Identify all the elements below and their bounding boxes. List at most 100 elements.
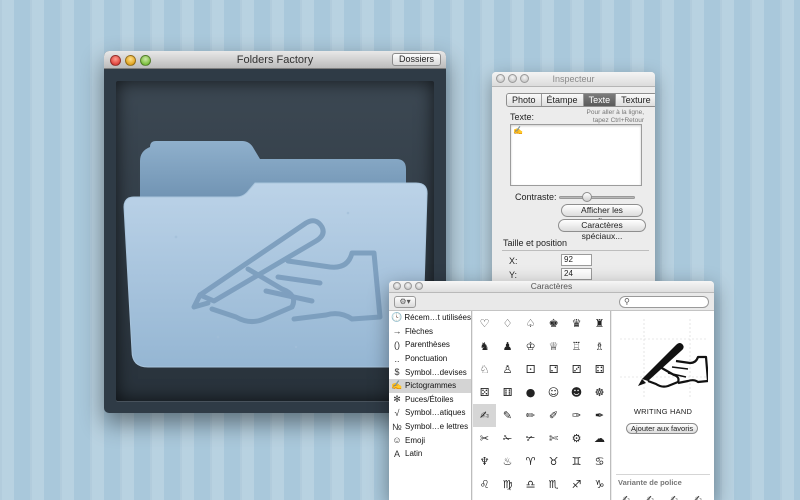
glyph-cell[interactable]: ♍ <box>496 473 519 496</box>
glyph-cell[interactable]: ☊ <box>519 496 542 500</box>
category-item[interactable]: .. Ponctuation <box>389 352 471 366</box>
glyph-cell[interactable]: ✒ <box>588 404 611 427</box>
font-variation-glyph[interactable]: ✍ <box>646 495 654 500</box>
glyph-cell[interactable]: ♓ <box>496 496 519 500</box>
inspector-titlebar[interactable]: Inspecteur <box>492 72 655 87</box>
special-characters-button[interactable]: Caractères spéciaux... <box>558 219 646 241</box>
glyph-cell[interactable]: ⚂ <box>565 358 588 381</box>
category-label: Symbol…e lettres <box>405 422 469 432</box>
glyph-cell[interactable]: ☻ <box>565 381 588 404</box>
glyph-cell[interactable]: ♒ <box>473 496 496 500</box>
category-item[interactable]: √ Symbol…atiques <box>389 406 471 420</box>
glyph-cell[interactable]: ♚ <box>542 312 565 335</box>
category-item[interactable]: ☺ Emoji <box>389 433 471 447</box>
category-item[interactable]: A Latin <box>389 447 471 461</box>
glyph-cell[interactable]: ♤ <box>519 312 542 335</box>
glyph-cell[interactable]: ♌ <box>473 473 496 496</box>
glyph-cell[interactable]: ✎ <box>496 404 519 427</box>
glyph-cell[interactable]: ♋ <box>588 450 611 473</box>
character-preview <box>620 319 708 399</box>
glyph-cell[interactable]: ♐ <box>565 473 588 496</box>
glyph-cell[interactable]: ♕ <box>542 335 565 358</box>
contrast-slider-knob[interactable] <box>582 192 593 202</box>
category-item[interactable]: → Flèches <box>389 325 471 339</box>
category-item[interactable]: 🕓 Récem…t utilisées <box>389 311 471 325</box>
glyph-cell[interactable]: ☸ <box>588 381 611 404</box>
category-list: 🕓 Récem…t utilisées → Flèches() Parenthèses.… <box>389 311 472 500</box>
glyph-cell[interactable]: ♟ <box>496 335 519 358</box>
glyph-cell[interactable]: ⚃ <box>588 358 611 381</box>
glyph-cell[interactable]: ♗ <box>588 335 611 358</box>
glyph-cell[interactable]: ♞ <box>473 335 496 358</box>
character-search-input[interactable]: ⚲ <box>619 296 709 308</box>
category-label: Symbol…devises <box>405 367 467 377</box>
glyph-cell[interactable]: ✄ <box>542 427 565 450</box>
glyph-cell[interactable]: ✐ <box>542 404 565 427</box>
add-to-favorites-button[interactable]: Ajouter aux favoris <box>626 423 699 434</box>
category-icon: ☺ <box>392 435 402 446</box>
x-field[interactable]: 92 <box>561 254 592 266</box>
glyph-cell[interactable]: ☋ <box>542 496 565 500</box>
category-item[interactable]: $ Symbol…devises <box>389 365 471 379</box>
glyph-cell[interactable]: ♨ <box>496 450 519 473</box>
contrast-label: Contraste: <box>515 192 557 202</box>
glyph-cell[interactable]: ☌ <box>565 496 588 500</box>
glyph-cell[interactable]: ♙ <box>496 358 519 381</box>
glyph-cell[interactable]: ♎ <box>519 473 542 496</box>
font-variation-glyph[interactable]: ✍ <box>694 495 702 500</box>
glyph-cell[interactable]: ● <box>519 381 542 404</box>
main-titlebar[interactable]: Folders Factory Dossiers <box>104 51 446 69</box>
category-icon: .. <box>394 353 400 364</box>
y-label: Y: <box>509 270 518 280</box>
gear-menu-button[interactable]: ⚙▾ <box>394 296 416 308</box>
tab-etampe[interactable]: Étampe <box>541 94 584 106</box>
font-variation-glyph[interactable]: ✍ <box>622 495 630 500</box>
show-fonts-button[interactable]: Afficher les polices <box>561 204 643 226</box>
category-item[interactable]: ✻ Puces/Étoiles <box>389 393 471 407</box>
glyph-cell[interactable]: ✏ <box>519 404 542 427</box>
dossiers-button[interactable]: Dossiers <box>391 53 441 66</box>
glyph-cell[interactable]: ☍ <box>588 496 611 500</box>
glyph-cell[interactable]: ♆ <box>473 450 496 473</box>
glyph-cell[interactable]: ♑ <box>588 473 611 496</box>
glyph-cell[interactable]: ⚅ <box>496 381 519 404</box>
glyph-cell[interactable]: ♢ <box>496 312 519 335</box>
glyph-cell[interactable]: ✃ <box>519 427 542 450</box>
category-icon: № <box>392 421 402 432</box>
glyph-cell[interactable]: ♜ <box>588 312 611 335</box>
glyph-cell[interactable]: ⚁ <box>542 358 565 381</box>
y-field[interactable]: 24 <box>561 268 592 280</box>
glyph-cell[interactable]: ♛ <box>565 312 588 335</box>
glyph-cell[interactable]: ☁ <box>588 427 611 450</box>
glyph-cell[interactable]: ♊ <box>565 450 588 473</box>
glyph-cell[interactable]: ✑ <box>565 404 588 427</box>
contrast-slider[interactable] <box>559 192 635 202</box>
glyph-cell[interactable]: ✍ <box>473 404 496 427</box>
glyph-cell[interactable]: ♉ <box>542 450 565 473</box>
category-item[interactable]: ✍ Pictogrammes <box>389 378 471 393</box>
glyph-cell[interactable]: ⚙ <box>565 427 588 450</box>
tab-texture[interactable]: Texture <box>616 94 655 106</box>
font-variation-glyph[interactable]: ✍ <box>670 495 678 500</box>
glyph-cell[interactable]: ♏ <box>542 473 565 496</box>
glyph-cell[interactable]: ✁ <box>496 427 519 450</box>
glyph-cell[interactable]: ♘ <box>473 358 496 381</box>
character-detail-pane: WRITING HAND Ajouter aux favoris Variant… <box>612 311 714 500</box>
characters-titlebar[interactable]: Caractères <box>389 281 714 293</box>
tab-texte[interactable]: Texte <box>583 94 617 106</box>
glyph-cell[interactable]: ⚄ <box>473 381 496 404</box>
tab-photo[interactable]: Photo <box>507 94 542 106</box>
text-input[interactable]: ✍ <box>510 124 642 186</box>
category-item[interactable]: () Parenthèses <box>389 338 471 352</box>
glyph-cell[interactable]: ✂ <box>473 427 496 450</box>
glyph-cell[interactable]: ♖ <box>565 335 588 358</box>
glyph-cell[interactable]: ⚀ <box>519 358 542 381</box>
category-item[interactable]: № Symbol…e lettres <box>389 420 471 434</box>
glyph-cell[interactable]: ♈ <box>519 450 542 473</box>
variation-divider <box>616 474 710 475</box>
glyph-cell[interactable]: ♡ <box>473 312 496 335</box>
category-label: Flèches <box>405 326 434 336</box>
glyph-cell[interactable]: ☺ <box>542 381 565 404</box>
folder-icon-preview[interactable] <box>116 141 434 381</box>
glyph-cell[interactable]: ♔ <box>519 335 542 358</box>
